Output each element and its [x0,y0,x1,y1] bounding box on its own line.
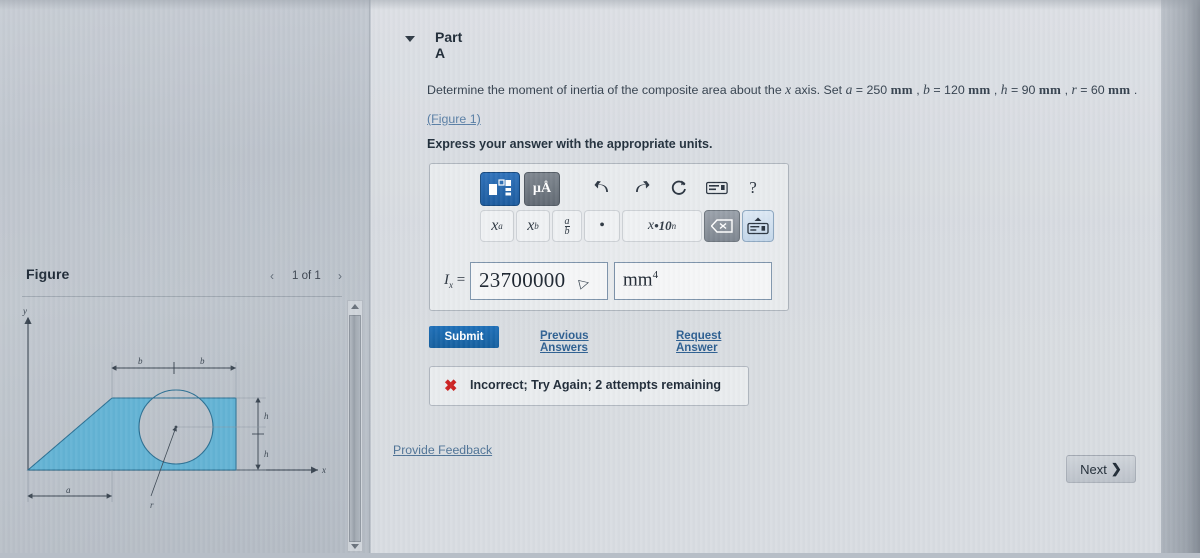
var-b-symbol: b [923,82,930,97]
var-h-symbol: h [1000,82,1008,97]
redo-glyph [636,181,650,192]
sub-base: x [527,217,535,234]
figure-next-button[interactable]: › [338,269,342,283]
math-toolbar-row-2: xa xb ab • x •10 n [430,210,788,246]
figure-scroll-thumb[interactable] [349,315,361,542]
figure-page-count: 1 of 1 [292,270,321,282]
var-b-value: 120 [944,83,965,97]
answer-label-equals: = [453,272,466,288]
answer-input-value: 23700000 [479,268,566,292]
svg-text:r: r [150,500,154,510]
submit-button[interactable]: Submit [429,326,499,348]
chevron-right-icon: ❯ [1110,461,1122,476]
answer-input[interactable]: 23700000 ▷ [470,262,608,300]
figure-header: Figure ‹ 1 of 1 › [20,264,350,294]
svg-text:x: x [321,465,326,475]
composite-area-diagram: y x b b h h a r [22,306,326,510]
scientific-notation-button[interactable]: x •10 n [622,210,702,242]
next-button-label: Next [1080,461,1107,477]
figure-1-link[interactable]: (Figure 1) [427,112,481,126]
answer-row: Ix = 23700000 ▷ mm4 [430,260,788,306]
keyboard-glyph [747,217,769,235]
units-exponent: 4 [652,269,659,281]
keypad-glyph [706,181,728,195]
chevron-down-icon[interactable] [405,36,415,42]
redo-arrow-icon[interactable] [628,172,654,204]
figure-panel: Figure ‹ 1 of 1 › y x b b h h a r [0,0,370,553]
figure-prev-button[interactable]: ‹ [270,269,274,283]
superscript-button[interactable]: xa [480,210,514,242]
backspace-glyph [711,219,733,233]
units-input[interactable]: mm4 [614,262,772,300]
dot-button[interactable]: • [584,210,620,242]
sub-idx: b [534,221,539,231]
undo-arrow-icon[interactable] [590,172,616,204]
figure-scrollbar[interactable] [347,300,363,552]
var-h-value: 90 [1021,83,1036,97]
math-toolbar-row-1: µÅ ? [430,172,788,206]
units-base: mm [623,269,653,291]
sup-base: x [491,217,499,234]
var-a-value: 250 [866,83,888,97]
status-badge: ✖ Incorrect; Try Again; 2 attempts remai… [429,366,749,406]
fraction-button[interactable]: ab [552,210,582,242]
units-button[interactable]: µÅ [524,172,560,206]
undo-glyph [594,181,608,192]
incorrect-x-icon: ✖ [444,378,458,395]
scroll-up-icon[interactable] [351,304,359,309]
sci-mid: •10 [654,218,672,233]
reset-circle-icon[interactable] [666,172,692,204]
svg-text:b: b [138,356,143,366]
request-answer-link[interactable]: Request Answer [676,330,721,354]
math-toolbar: µÅ ? x a x b a b • x •10 n [430,164,788,260]
fraction-glyph: ab [564,215,570,237]
var-h-unit: mm [1038,82,1062,97]
math-template-icon[interactable] [480,172,520,206]
template-glyph [489,179,511,196]
svg-text:b: b [200,356,205,366]
help-button[interactable]: ? [742,172,764,204]
feedback-message: Incorrect; Try Again; 2 attempts remaini… [470,378,721,392]
keyboard-icon[interactable] [742,210,774,242]
axis-word: axis. Set [791,83,846,97]
var-b-unit: mm [968,82,991,97]
answer-instruction: Express your answer with the appropriate… [427,137,713,151]
question-text: Determine the moment of inertia of the c… [427,82,1138,97]
text-cursor-icon: ▷ [577,274,591,292]
content-panel: Part A Determine the moment of inertia o… [371,0,1161,553]
units-input-value: mm4 [623,269,658,291]
question-lead: Determine the moment of inertia of the c… [427,83,786,97]
sup-exp: a [498,221,503,231]
previous-answers-link[interactable]: Previous Answers [540,330,589,354]
subscript-button[interactable]: xb [516,210,550,242]
svg-text:h: h [264,449,269,459]
keypad-icon[interactable] [702,172,732,204]
answer-label: Ix = [444,272,465,290]
var-a-unit: mm [890,82,913,97]
svg-text:a: a [66,485,71,495]
frac-num: a [564,215,570,227]
figure-divider [22,296,342,297]
frac-den: b [564,225,570,237]
next-button[interactable]: Next ❯ [1066,455,1136,483]
figure-diagram: y x b b h h a r [0,300,345,553]
figure-title: Figure [26,266,70,282]
provide-feedback-link[interactable]: Provide Feedback [393,443,492,457]
backspace-icon[interactable] [704,210,740,242]
var-r-symbol: r [1071,82,1077,97]
svg-text:h: h [264,411,269,421]
sci-exp: n [671,221,677,231]
var-r-value: 60 [1090,83,1105,97]
svg-text:y: y [22,306,27,316]
var-r-unit: mm [1108,82,1131,97]
scroll-down-icon[interactable] [351,544,359,549]
var-a-symbol: a [845,82,853,97]
page-title: Part A [435,29,463,61]
reset-glyph [671,180,686,195]
answer-box: µÅ ? x a x b a b • x •10 n Ix = 23700000… [429,163,789,311]
